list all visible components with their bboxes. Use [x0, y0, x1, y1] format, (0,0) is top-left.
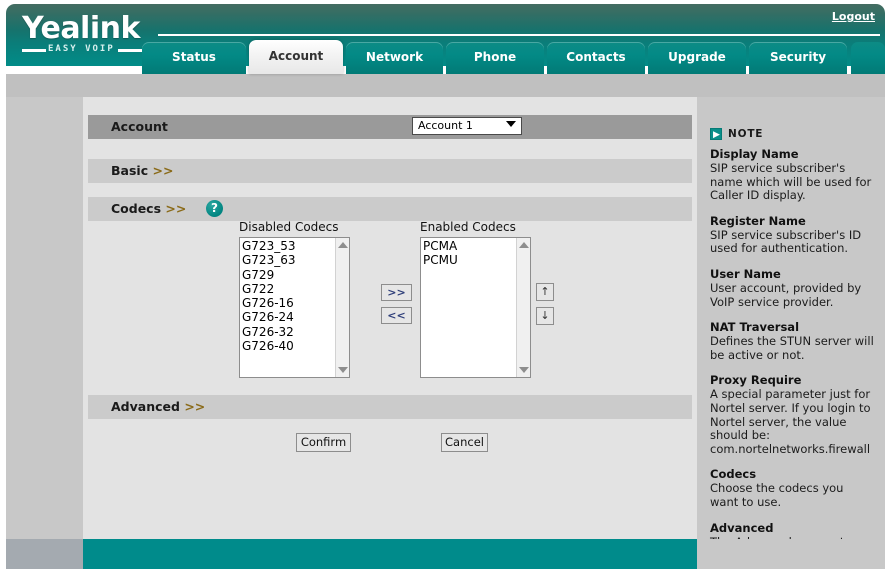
section-row-basic[interactable]: Basic >> — [88, 159, 692, 183]
note-item-body: SIP service subscriber's name which will… — [710, 161, 872, 203]
logo-wordmark: Yealink — [22, 11, 140, 46]
expand-chevron-basic: >> — [152, 163, 174, 178]
disable-codec-button[interactable]: << — [381, 307, 412, 324]
enabled-codec-item[interactable]: PCMA — [423, 239, 514, 253]
note-item-title: NAT Traversal — [710, 320, 800, 335]
note-item: User Name User account, provided by VoIP … — [710, 267, 875, 309]
enable-codec-button[interactable]: >> — [381, 284, 412, 301]
section-row-account: Account Account 1 — [88, 115, 692, 139]
note-item-body: Defines the STUN server will be active o… — [710, 334, 874, 362]
tab-account[interactable]: Account — [249, 40, 343, 74]
disabled-codecs-scrollbar[interactable] — [335, 238, 349, 377]
note-item: Codecs Choose the codecs you want to use. — [710, 467, 875, 509]
codec-transfer-widget: Disabled Codecs Enabled Codecs G723_53 G7… — [83, 220, 697, 385]
disabled-codec-item[interactable]: G723_63 — [242, 253, 333, 267]
note-item: NAT Traversal Defines the STUN server wil… — [710, 320, 875, 362]
page-body: Account Account 1 Basic >> Codecs >> ? A… — [6, 97, 885, 569]
section-title-advanced: Advanced >> — [111, 399, 206, 414]
scroll-up-icon[interactable] — [338, 242, 348, 248]
disabled-codec-item[interactable]: G729 — [242, 268, 333, 282]
section-row-advanced[interactable]: Advanced >> — [88, 395, 692, 419]
section-title-codecs: Codecs >> — [111, 201, 187, 216]
yealink-web-ui: Yealink EASY VOIP Logout Status Account … — [0, 0, 891, 578]
disabled-codec-item[interactable]: G723_53 — [242, 239, 333, 253]
enabled-codecs-scrollbar[interactable] — [516, 238, 530, 377]
scroll-down-icon[interactable] — [338, 367, 348, 373]
tab-security[interactable]: Security — [749, 42, 847, 74]
note-item-title: User Name — [710, 266, 781, 281]
help-icon[interactable]: ? — [206, 200, 223, 217]
section-row-codecs[interactable]: Codecs >> ? — [88, 197, 692, 221]
expand-chevron-advanced: >> — [184, 399, 206, 414]
disabled-codecs-label: Disabled Codecs — [239, 220, 339, 234]
cancel-button[interactable]: Cancel — [441, 433, 488, 452]
left-rail — [6, 97, 83, 569]
confirm-button[interactable]: Confirm — [296, 433, 351, 452]
tab-phone[interactable]: Phone — [446, 42, 544, 74]
chevron-down-icon — [506, 121, 516, 127]
scroll-up-icon[interactable] — [519, 242, 529, 248]
logout-link[interactable]: Logout — [832, 10, 875, 23]
scroll-down-icon[interactable] — [519, 367, 529, 373]
note-item-title: Register Name — [710, 213, 806, 228]
enabled-codecs-items: PCMA PCMU — [421, 239, 514, 268]
note-item-title: Codecs — [710, 467, 757, 482]
tab-status[interactable]: Status — [142, 42, 246, 74]
note-item-body: User account, provided by VoIP service p… — [710, 280, 862, 309]
footer-bar — [83, 539, 697, 569]
account-select[interactable]: Account 1 — [412, 117, 522, 135]
account-select-value: Account 1 — [418, 119, 473, 132]
note-item-body: A special parameter just for Nortel serv… — [710, 387, 871, 456]
disabled-codecs-listbox[interactable]: G723_53 G723_63 G729 G722 G726-16 G726-24 G726… — [239, 237, 350, 378]
disabled-codecs-items: G723_53 G723_63 G729 G722 G726-16 G726-24 G726… — [240, 239, 333, 353]
note-item-title: Advanced — [710, 520, 774, 535]
note-panel: ▶ NOTE Display Name SIP service subscribe… — [697, 97, 885, 569]
disabled-codec-item[interactable]: G726-40 — [242, 339, 333, 353]
header-rule — [158, 34, 880, 36]
footer-right-filler — [697, 539, 885, 569]
disabled-codec-item[interactable]: G726-24 — [242, 310, 333, 324]
move-codec-up-button[interactable]: ↑ — [536, 283, 554, 301]
tab-contacts[interactable]: Contacts — [547, 42, 645, 74]
tab-upgrade[interactable]: Upgrade — [648, 42, 746, 74]
note-arrow-icon: ▶ — [710, 128, 722, 140]
note-item: Register Name SIP service subscriber's ID… — [710, 214, 875, 256]
main-nav-tabs: Status Account Network Phone Contacts Up… — [6, 40, 885, 74]
tab-network[interactable]: Network — [346, 42, 443, 74]
move-codec-down-button[interactable]: ↓ — [536, 307, 554, 325]
note-item-body: Choose the codecs you want to use. — [710, 481, 844, 509]
note-heading: NOTE — [728, 128, 764, 140]
note-items: Display Name SIP service subscriber's nam… — [710, 147, 875, 574]
note-item-title: Proxy Require — [710, 373, 802, 388]
section-title-basic: Basic >> — [111, 163, 174, 178]
enabled-codec-item[interactable]: PCMU — [423, 253, 514, 267]
tab-bar-end-cap — [851, 42, 885, 74]
disabled-codec-item[interactable]: G726-16 — [242, 296, 333, 310]
note-item: Display Name SIP service subscriber's nam… — [710, 147, 875, 203]
note-item-title: Display Name — [710, 147, 799, 161]
footer-left-filler — [6, 539, 83, 569]
disabled-codec-item[interactable]: G726-32 — [242, 325, 333, 339]
enabled-codecs-label: Enabled Codecs — [420, 220, 516, 234]
note-item-body: SIP service subscriber's ID used for aut… — [710, 227, 862, 256]
section-title-account: Account — [111, 119, 168, 134]
under-tab-band — [6, 74, 885, 97]
enabled-codecs-listbox[interactable]: PCMA PCMU — [420, 237, 531, 378]
note-item: Proxy Require A special parameter just fo… — [710, 373, 875, 456]
expand-chevron-codecs: >> — [165, 201, 187, 216]
disabled-codec-item[interactable]: G722 — [242, 282, 333, 296]
